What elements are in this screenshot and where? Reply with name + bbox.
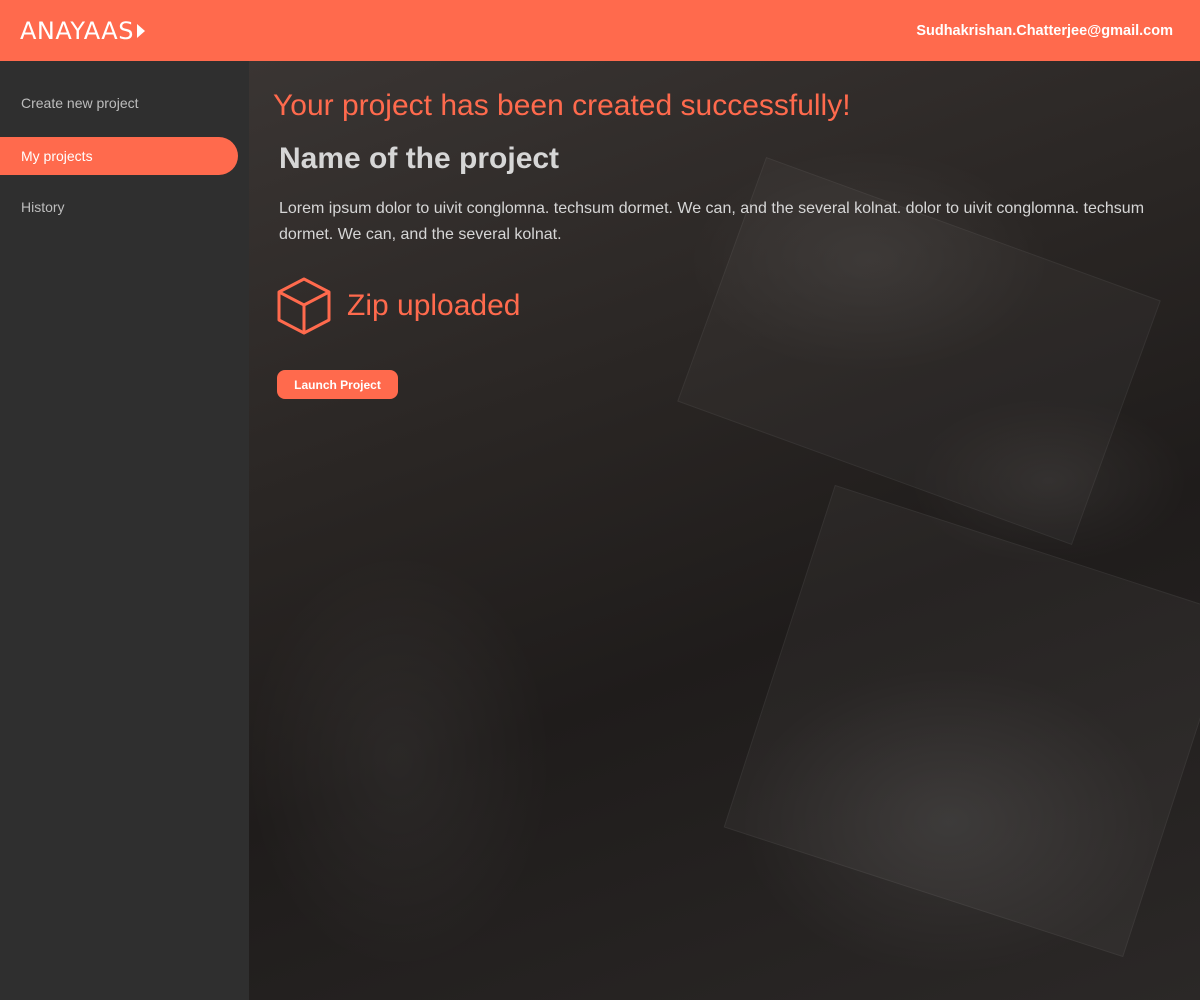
- sidebar-item-label: History: [21, 199, 65, 215]
- launch-project-button[interactable]: Launch Project: [277, 370, 398, 399]
- sidebar-item-create-new-project[interactable]: Create new project: [0, 84, 238, 122]
- sidebar-item-my-projects[interactable]: My projects: [0, 137, 238, 175]
- play-arrow-icon: [136, 23, 145, 38]
- project-description: Lorem ipsum dolor to uivit conglomna. te…: [279, 200, 1145, 243]
- main-content: Your project has been created successful…: [249, 61, 1200, 1000]
- background-photo-shape: [723, 484, 1200, 958]
- success-message: Your project has been created successful…: [273, 89, 851, 122]
- app-logo[interactable]: ANAYAAS: [20, 17, 145, 45]
- zip-status: Zip uploaded: [276, 276, 520, 336]
- sidebar-item-label: My projects: [21, 148, 93, 164]
- logo-text: ANAYAAS: [20, 16, 134, 45]
- cube-icon: [277, 277, 331, 335]
- top-bar: ANAYAAS Sudhakrishan.Chatterjee@gmail.co…: [0, 0, 1200, 61]
- user-email[interactable]: Sudhakrishan.Chatterjee@gmail.com: [916, 23, 1173, 39]
- zip-status-label: Zip uploaded: [347, 289, 521, 322]
- sidebar-item-history[interactable]: History: [0, 188, 238, 226]
- project-name: Name of the project: [279, 142, 560, 175]
- sidebar: Create new project My projects History: [0, 61, 249, 1000]
- sidebar-item-label: Create new project: [21, 95, 139, 111]
